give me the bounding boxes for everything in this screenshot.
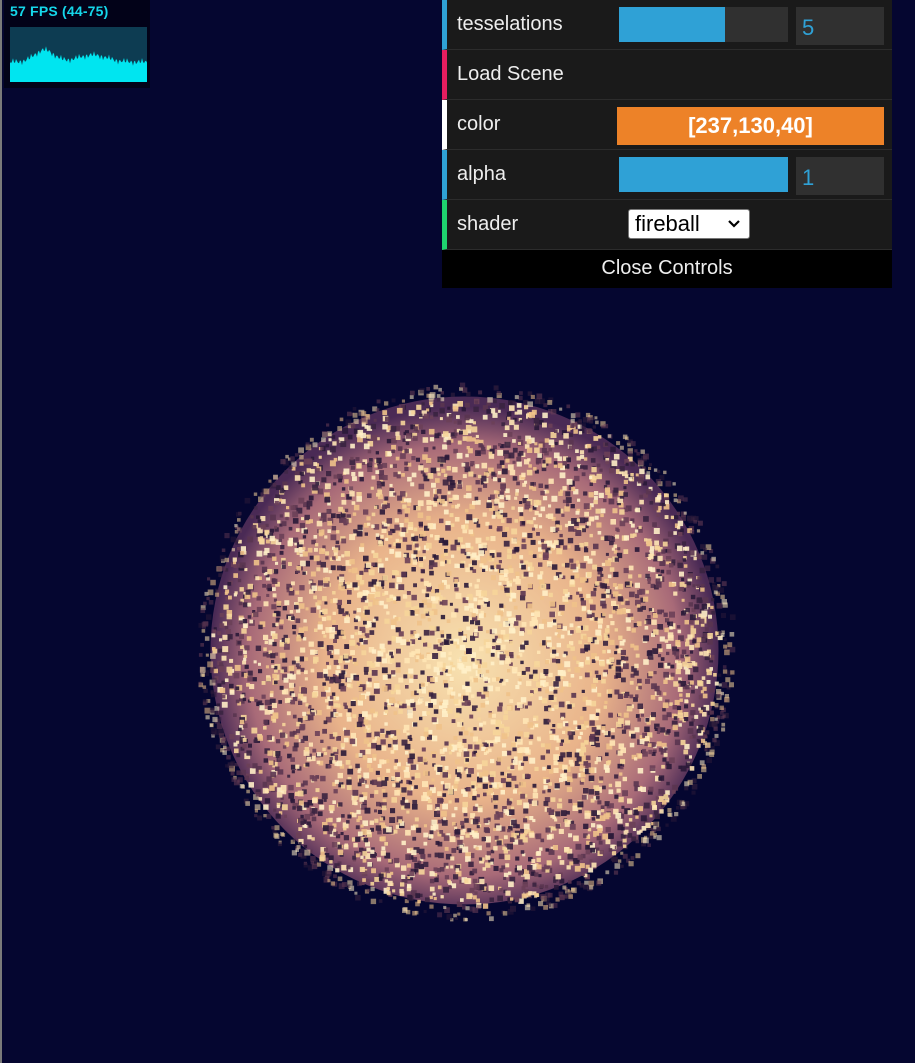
tesselations-slider-fill: [619, 7, 726, 42]
chevron-down-icon: [728, 220, 740, 228]
fps-graph-area: [10, 46, 147, 82]
fps-readout: 57 FPS (44-75): [10, 3, 109, 19]
color-control: color [237,130,40]: [442, 100, 892, 150]
color-swatch-input[interactable]: [237,130,40]: [617, 107, 884, 145]
fireball-sphere: [198, 382, 736, 922]
load-scene-label: Load Scene: [457, 63, 564, 85]
close-controls-button[interactable]: Close Controls: [442, 250, 892, 288]
fps-stats-panel[interactable]: 57 FPS (44-75): [4, 0, 150, 88]
tesselations-control: tesselations: [442, 0, 892, 50]
shader-select[interactable]: fireball: [628, 209, 750, 239]
load-scene-button[interactable]: Load Scene: [442, 50, 892, 100]
fps-graph-plot: [10, 46, 147, 82]
shader-selected-value: fireball: [635, 211, 700, 236]
alpha-control: alpha: [442, 150, 892, 200]
controls-panel: tesselations Load Scene color [237,130,4…: [442, 0, 892, 288]
tesselations-label: tesselations: [457, 13, 563, 35]
shader-control: shader fireball: [442, 200, 892, 250]
alpha-slider-fill: [619, 157, 788, 192]
render-canvas[interactable]: 57 FPS (44-75) tesselations Load Scene c…: [0, 0, 915, 1063]
alpha-label: alpha: [457, 163, 506, 185]
tesselations-slider[interactable]: [619, 7, 788, 42]
alpha-input[interactable]: [796, 157, 884, 195]
fps-graph: [10, 27, 147, 82]
shader-label: shader: [457, 213, 519, 235]
tesselations-input[interactable]: [796, 7, 884, 45]
alpha-slider[interactable]: [619, 157, 788, 192]
color-label: color: [457, 113, 501, 135]
